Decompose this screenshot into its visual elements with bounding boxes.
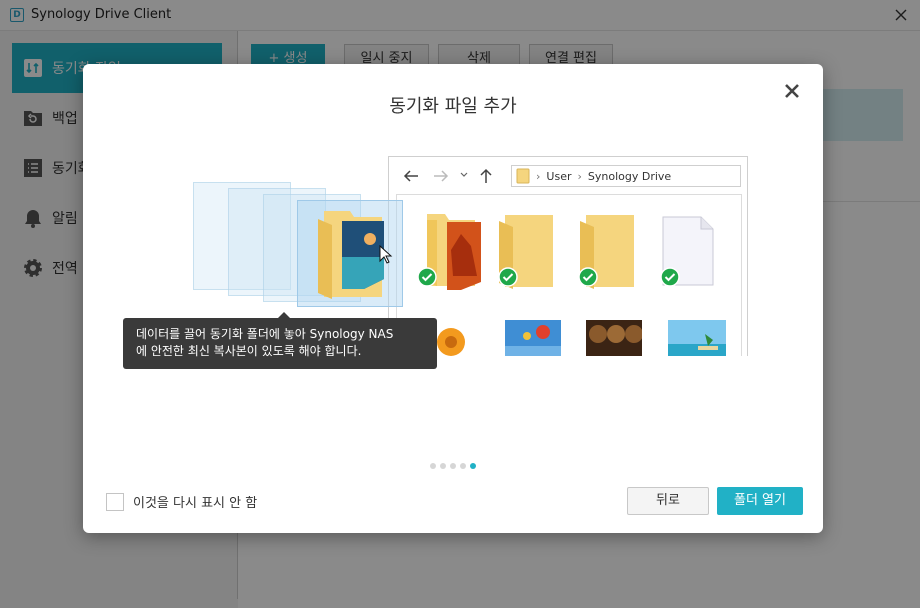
- dont-show-again-label: 이것을 다시 표시 안 함: [133, 496, 258, 511]
- breadcrumb-synology-drive: Synology Drive: [587, 169, 672, 183]
- explorer-file-pane: [396, 194, 742, 356]
- balloon-photo-thumbnail: [505, 320, 561, 356]
- file-explorer-illustration: › User › Synology Drive: [388, 156, 748, 356]
- close-icon: [785, 84, 799, 98]
- dialog-close-button[interactable]: [781, 80, 803, 102]
- back-arrow-icon: [403, 170, 418, 182]
- check-icon: [417, 267, 437, 287]
- dont-show-again-option[interactable]: 이것을 다시 표시 안 함: [106, 492, 257, 511]
- dialog-title: 동기화 파일 추가: [389, 96, 517, 117]
- page-dot[interactable]: [450, 463, 456, 469]
- page-dot[interactable]: [460, 463, 466, 469]
- page-dot[interactable]: [440, 463, 446, 469]
- forward-arrow-icon: [434, 170, 449, 182]
- chevron-down-icon: [460, 172, 468, 177]
- dragged-folder-card: [297, 200, 403, 307]
- dont-show-again-checkbox[interactable]: [106, 492, 124, 511]
- tooltip-line-1: 데이터를 끌어 동기화 폴더에 놓아 Synology NAS: [136, 327, 394, 341]
- add-sync-files-dialog: 동기화 파일 추가 › User › Synology Drive 데이터를 끌…: [83, 64, 823, 533]
- address-bar: › User › Synology Drive: [511, 165, 741, 187]
- page-indicator: [430, 463, 476, 469]
- beach-photo-thumbnail: [668, 320, 726, 356]
- check-icon: [578, 267, 598, 287]
- mouse-cursor-icon: [379, 245, 393, 264]
- page-dot-current[interactable]: [470, 463, 476, 469]
- page-dot[interactable]: [430, 463, 436, 469]
- explorer-nav-bar: › User › Synology Drive: [389, 157, 747, 193]
- barrels-photo-thumbnail: [586, 320, 642, 356]
- flower-photo-thumbnail: [437, 320, 485, 356]
- back-button[interactable]: 뒤로: [627, 487, 709, 515]
- hint-tooltip: 데이터를 끌어 동기화 폴더에 놓아 Synology NAS 에 안전한 최신…: [123, 312, 437, 369]
- folder-with-photo-icon: [318, 211, 384, 299]
- tooltip-arrow: [278, 312, 290, 318]
- breadcrumb-user: User: [546, 169, 572, 183]
- check-icon: [498, 267, 518, 287]
- folder-icon: [516, 168, 530, 184]
- check-icon: [660, 267, 680, 287]
- up-arrow-icon: [480, 168, 492, 183]
- open-folder-button[interactable]: 폴더 열기: [717, 487, 803, 515]
- tooltip-line-2: 에 안전한 최신 복사본이 있도록 해야 합니다.: [136, 344, 362, 358]
